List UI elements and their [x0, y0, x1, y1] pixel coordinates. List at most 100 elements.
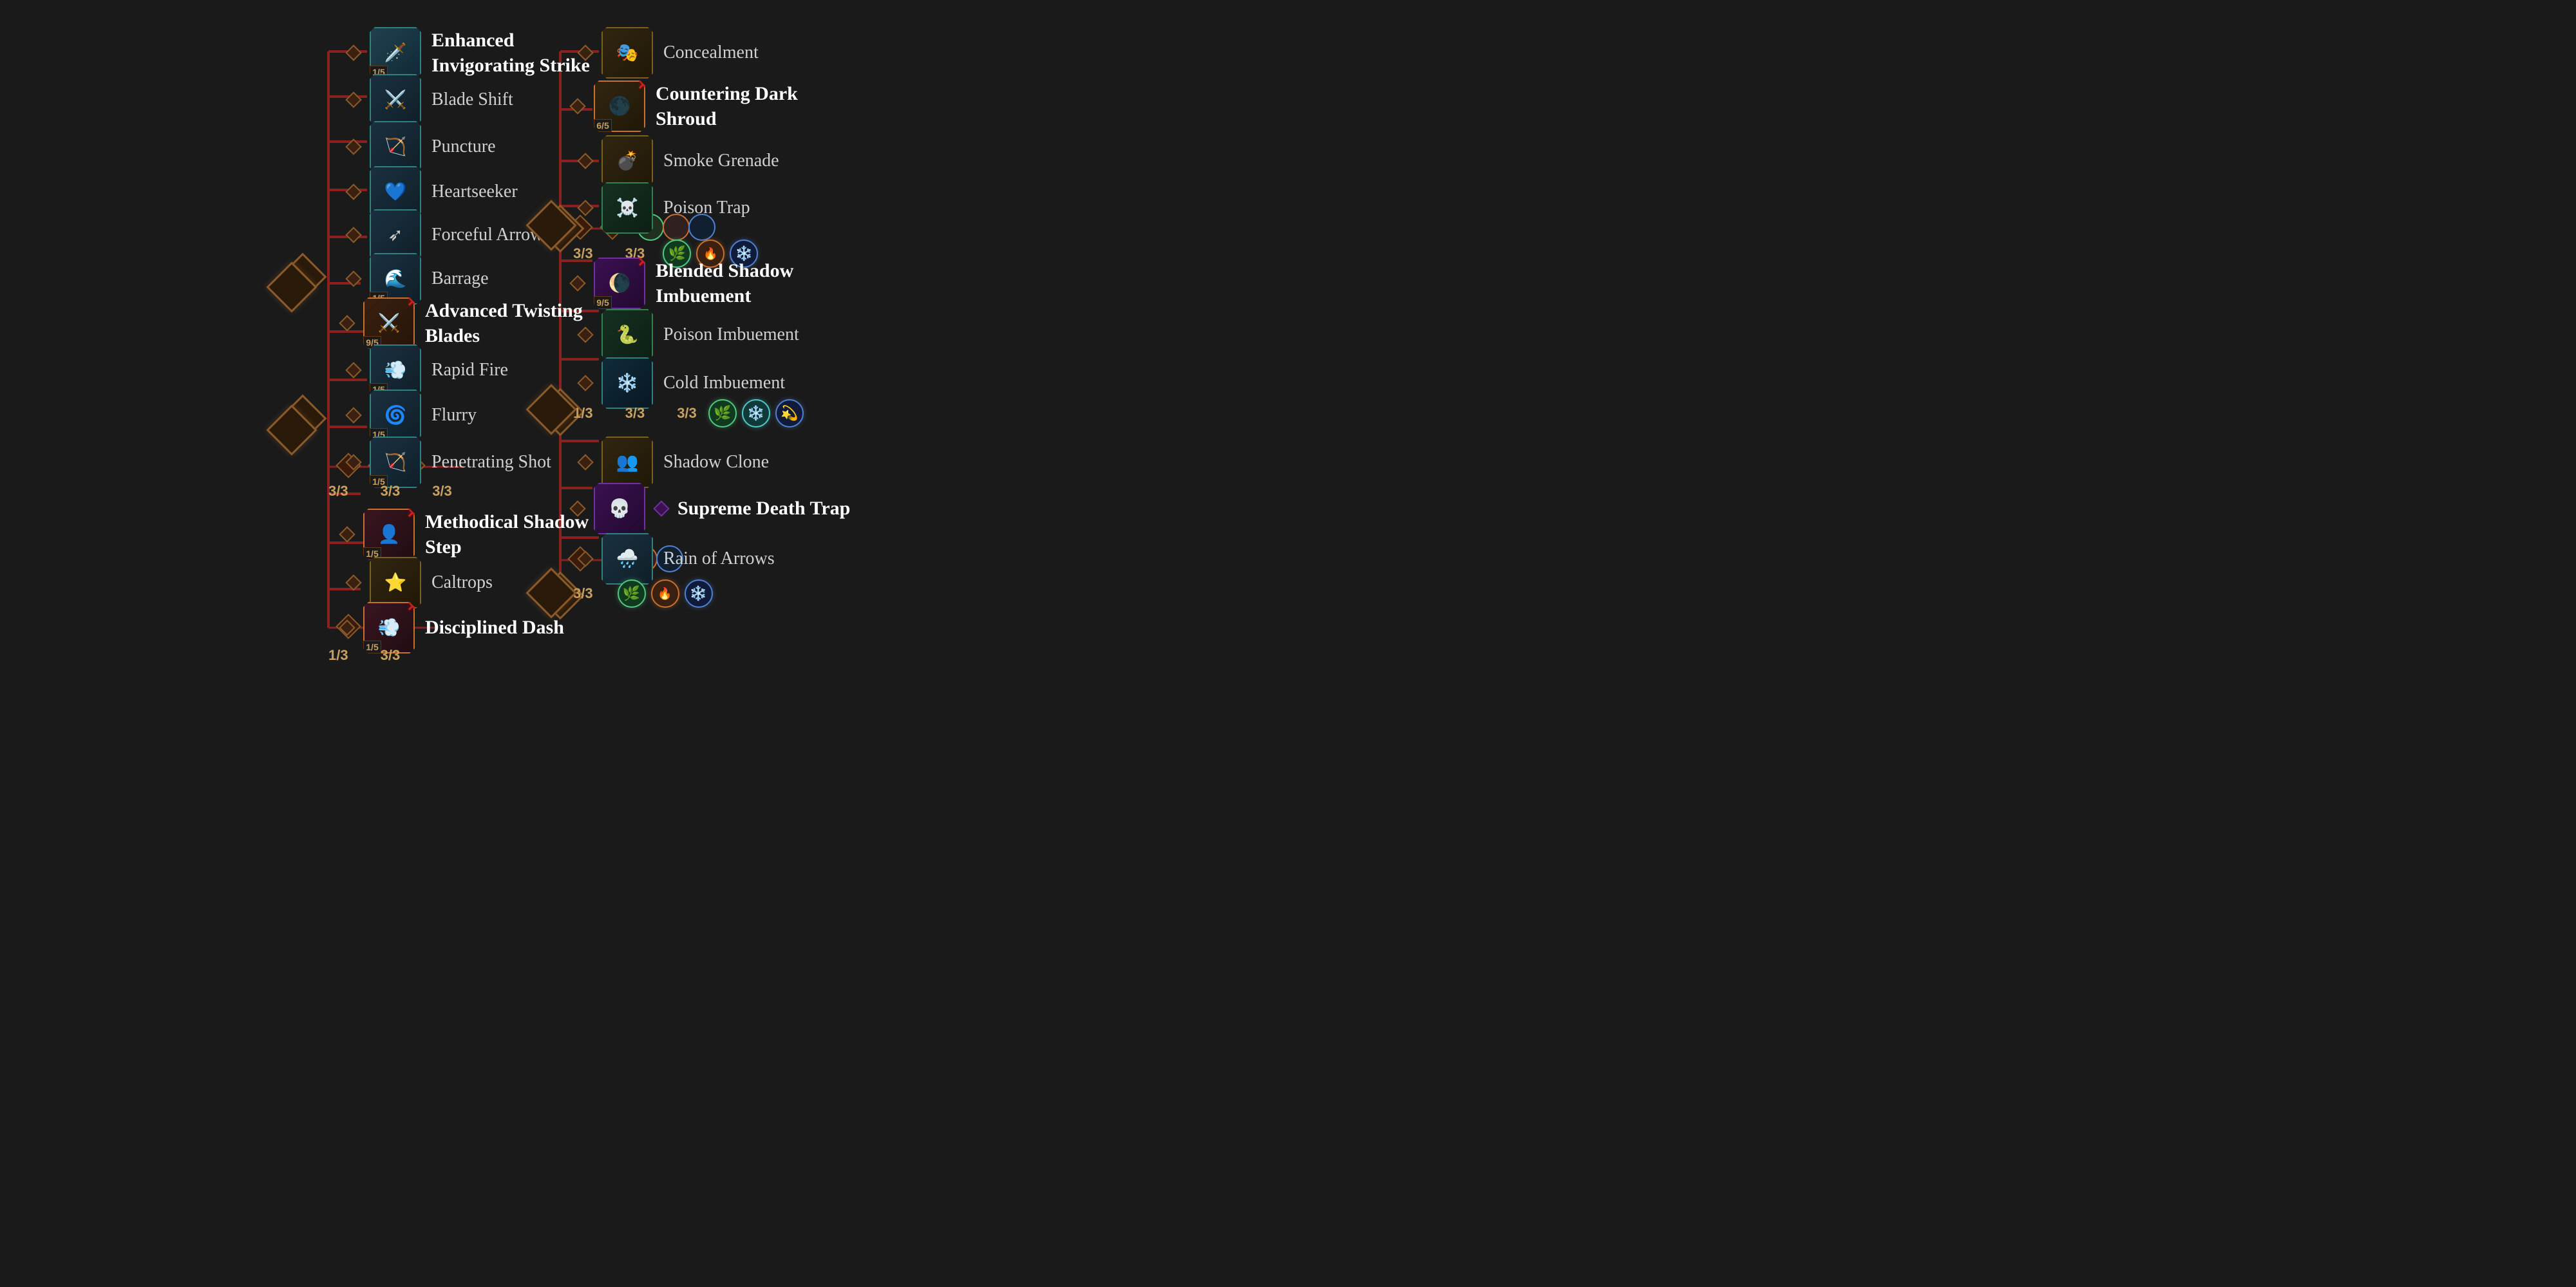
circle-passive-green-2[interactable]: 🌿: [708, 399, 737, 427]
passive-label-r4: 3/3: [625, 405, 645, 422]
skill-name-penetrating-shot: Penetrating Shot: [431, 452, 551, 473]
node-enhanced-invigorating-strike[interactable]: 🗡️ 1/5 EnhancedInvigorating Strike: [348, 27, 590, 79]
skill-icon-blade-shift[interactable]: ⚔️: [370, 74, 421, 126]
skill-icon-blended-shadow-imbuement[interactable]: 🌘 9/5 ✕: [594, 258, 645, 309]
skill-icon-rapid-fire[interactable]: 💨 1/5: [370, 344, 421, 396]
connector-diamond: [345, 454, 361, 470]
node-rapid-fire[interactable]: 💨 1/5 Rapid Fire: [348, 344, 508, 396]
skill-tree: 🗡️ 1/5 EnhancedInvigorating Strike ⚔️ Bl…: [0, 0, 2576, 1287]
skill-icon-flurry[interactable]: 🌀 1/5: [370, 390, 421, 441]
skill-icon-barrage[interactable]: 🌊 1/5: [370, 253, 421, 305]
passive-label-r5: 3/3: [677, 405, 697, 422]
skill-icon-smoke-grenade[interactable]: 💣: [601, 135, 653, 187]
skill-icon-puncture[interactable]: 🏹: [370, 121, 421, 173]
x-mark-methodical-shadow-step: ✕: [407, 505, 419, 521]
skill-name-advanced-twisting-blades: Advanced TwistingBlades: [425, 298, 583, 348]
connector-diamond: [577, 153, 593, 169]
connector-diamond: [569, 500, 585, 516]
skill-icon-methodical-shadow-step[interactable]: 👤 1/5 ✕: [363, 509, 415, 560]
skill-name-supreme-death-trap: Supreme Death Trap: [677, 498, 850, 520]
skill-icon-concealment[interactable]: 🎭: [601, 27, 653, 79]
skill-icon-penetrating-shot[interactable]: 🏹 1/5: [370, 437, 421, 488]
node-poison-imbuement[interactable]: 🐍 Poison Imbuement: [580, 309, 799, 361]
passive-label-r3: 1/3: [573, 405, 593, 422]
connector-diamond: [345, 407, 361, 423]
node-blade-shift[interactable]: ⚔️ Blade Shift: [348, 74, 513, 126]
x-mark-countering-dark-shroud: ✕: [638, 77, 649, 93]
skill-icon-shadow-clone[interactable]: 👥: [601, 437, 653, 488]
skill-name-enhanced-invigorating-strike: EnhancedInvigorating Strike: [431, 28, 590, 78]
circle-passive-teal[interactable]: ❄️: [742, 399, 770, 427]
skill-name-forceful-arrow: Forceful Arrow: [431, 225, 543, 245]
connector-diamond: [577, 44, 593, 61]
hub-node-left-mid[interactable]: [266, 261, 317, 312]
skill-name-poison-imbuement: Poison Imbuement: [663, 324, 799, 345]
hub-node-right-lower[interactable]: [526, 384, 576, 435]
passive-label-1: 3/3: [328, 483, 348, 500]
skill-name-concealment: Concealment: [663, 42, 759, 63]
node-caltrops[interactable]: ⭐ Caltrops: [348, 557, 493, 608]
connector-diamond: [345, 183, 361, 200]
circle-passive-green-3[interactable]: 🌿: [618, 579, 646, 608]
skill-name-flurry: Flurry: [431, 405, 477, 426]
skill-name-caltrops: Caltrops: [431, 572, 493, 593]
connector-diamond: [339, 315, 355, 331]
skill-name-heartseeker: Heartseeker: [431, 182, 518, 202]
node-supreme-death-trap[interactable]: 💀 Supreme Death Trap: [572, 483, 850, 534]
skill-name-rain-of-arrows: Rain of Arrows: [663, 549, 775, 569]
connector-diamond: [345, 138, 361, 155]
connector-diamond: [577, 200, 593, 216]
connector-diamond: [577, 550, 593, 567]
connector-diamond-2: [653, 500, 669, 516]
skill-name-shadow-clone: Shadow Clone: [663, 452, 769, 473]
skill-icon-poison-trap[interactable]: ☠️: [601, 182, 653, 234]
skill-name-cold-imbuement: Cold Imbuement: [663, 373, 785, 393]
passive-label-3: 3/3: [432, 483, 452, 500]
skill-name-blade-shift: Blade Shift: [431, 89, 513, 110]
node-blended-shadow-imbuement[interactable]: 🌘 9/5 ✕ Blended ShadowImbuement: [572, 258, 793, 309]
passive-label-4: 1/3: [328, 647, 348, 664]
skill-name-disciplined-dash: Disciplined Dash: [425, 617, 564, 639]
node-countering-dark-shroud[interactable]: 🌑 6/5 ✕ Countering DarkShroud: [572, 80, 798, 132]
circle-passive-blue-2[interactable]: 💫: [775, 399, 804, 427]
badge-countering-dark-shroud: 6/5: [594, 119, 612, 132]
connector-diamond: [339, 526, 355, 542]
passive-label-2: 3/3: [381, 483, 401, 500]
skill-icon-supreme-death-trap[interactable]: 💀: [594, 483, 645, 534]
passive-row-right-bottom: 3/3 🌿 🔥 ❄️: [573, 579, 713, 608]
skill-icon-poison-imbuement[interactable]: 🐍: [601, 309, 653, 361]
skill-name-methodical-shadow-step: Methodical ShadowStep: [425, 509, 589, 559]
skill-icon-caltrops[interactable]: ⭐: [370, 557, 421, 608]
skill-icon-enhanced-invigorating-strike[interactable]: 🗡️ 1/5: [370, 27, 421, 79]
passive-row-left-mid: 3/3 3/3 3/3: [328, 483, 452, 500]
skill-icon-countering-dark-shroud[interactable]: 🌑 6/5 ✕: [594, 80, 645, 132]
node-smoke-grenade[interactable]: 💣 Smoke Grenade: [580, 135, 779, 187]
circle-passive-orange-2[interactable]: 🔥: [651, 579, 679, 608]
circle-passive-blue-3[interactable]: ❄️: [685, 579, 713, 608]
connector-diamond: [345, 270, 361, 287]
connector-diamond: [569, 98, 585, 114]
node-poison-trap[interactable]: ☠️ Poison Trap: [580, 182, 750, 234]
node-rain-of-arrows[interactable]: 🌧️ Rain of Arrows: [580, 533, 775, 585]
node-disciplined-dash[interactable]: 💨 1/5 ✕ Disciplined Dash: [341, 602, 564, 653]
connector-diamond: [345, 574, 361, 590]
connector-diamond: [345, 44, 361, 61]
skill-icon-rain-of-arrows[interactable]: 🌧️: [601, 533, 653, 585]
node-barrage[interactable]: 🌊 1/5 Barrage: [348, 253, 489, 305]
node-advanced-twisting-blades[interactable]: ⚔️ 9/5 ✕ Advanced TwistingBlades: [341, 297, 583, 349]
connector-diamond: [577, 375, 593, 391]
node-shadow-clone[interactable]: 👥 Shadow Clone: [580, 437, 769, 488]
skill-icon-advanced-twisting-blades[interactable]: ⚔️ 9/5 ✕: [363, 297, 415, 349]
node-concealment[interactable]: 🎭 Concealment: [580, 27, 759, 79]
skill-name-poison-trap: Poison Trap: [663, 198, 750, 218]
passive-label-5: 3/3: [381, 647, 401, 664]
passive-row-right-imbuement: 1/3 3/3 3/3 🌿 ❄️ 💫: [573, 399, 804, 427]
node-puncture[interactable]: 🏹 Puncture: [348, 121, 496, 173]
node-penetrating-shot[interactable]: 🏹 1/5 Penetrating Shot: [348, 437, 551, 488]
node-methodical-shadow-step[interactable]: 👤 1/5 ✕ Methodical ShadowStep: [341, 509, 589, 560]
skill-name-smoke-grenade: Smoke Grenade: [663, 151, 779, 171]
node-flurry[interactable]: 🌀 1/5 Flurry: [348, 390, 477, 441]
hub-node-left-lower[interactable]: [266, 404, 317, 455]
skill-icon-disciplined-dash[interactable]: 💨 1/5 ✕: [363, 602, 415, 653]
skill-name-puncture: Puncture: [431, 136, 496, 157]
